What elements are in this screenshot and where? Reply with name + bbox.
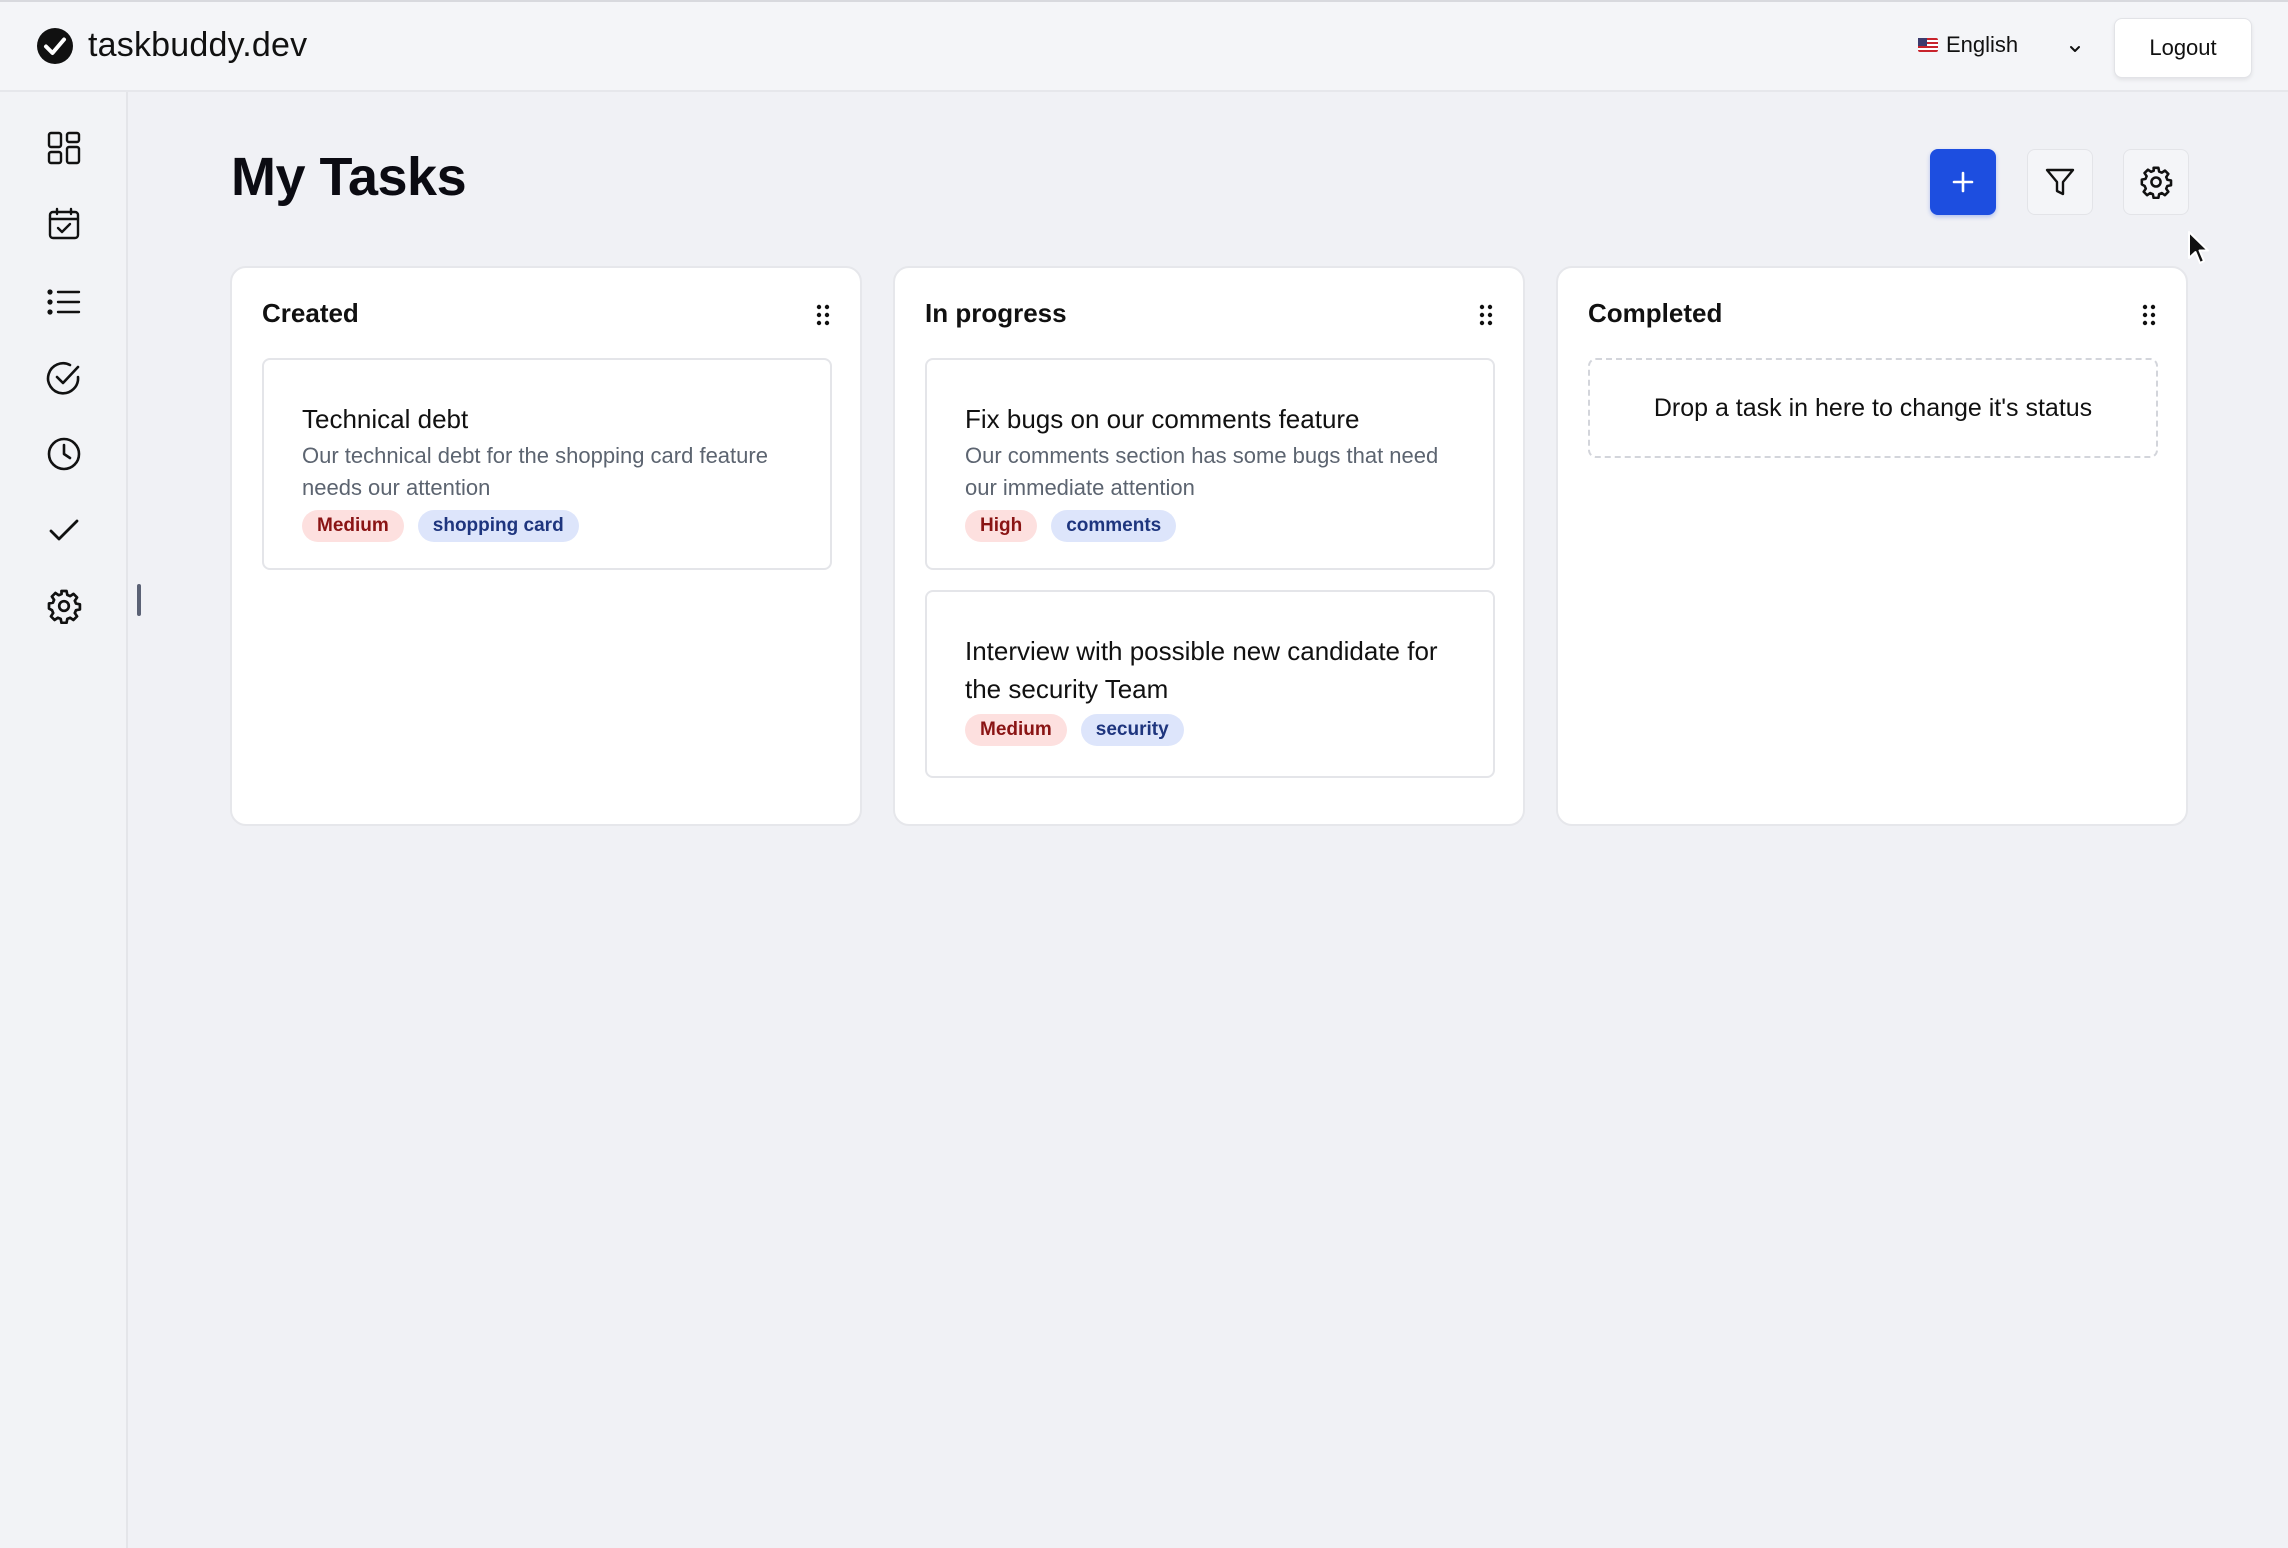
task-title: Fix bugs on our comments feature	[965, 404, 1360, 434]
column-created: Created Technical debt Our technical deb…	[230, 266, 862, 826]
language-select[interactable]: English	[1918, 32, 2018, 58]
add-task-button[interactable]	[1930, 149, 1996, 215]
column-in-progress: In progress Fix bugs on our comments fea…	[893, 266, 1525, 826]
task-card[interactable]: Fix bugs on our comments feature Our com…	[925, 358, 1495, 570]
task-tags: Medium security	[965, 714, 1455, 746]
page-title: My Tasks	[231, 147, 467, 207]
drag-handle-icon[interactable]	[2142, 304, 2156, 326]
logout-button[interactable]: Logout	[2114, 18, 2252, 78]
drag-handle-icon[interactable]	[816, 304, 830, 326]
filter-icon	[2045, 168, 2075, 196]
sidebar	[0, 92, 128, 1548]
column-title: In progress	[925, 298, 1067, 328]
brand[interactable]: taskbuddy.dev	[36, 26, 307, 65]
label-tag: shopping card	[417, 510, 579, 542]
sidebar-resize-handle[interactable]	[137, 584, 141, 616]
task-description: Our comments section has some bugs that …	[965, 443, 1439, 500]
task-card[interactable]: Technical debt Our technical debt for th…	[262, 358, 832, 570]
task-tags: Medium shopping card	[302, 510, 792, 542]
dashboard-icon[interactable]	[46, 130, 82, 166]
priority-tag: Medium	[302, 510, 404, 542]
checkmark-icon[interactable]	[46, 512, 82, 548]
chevron-down-icon[interactable]	[2068, 42, 2082, 56]
language-label: English	[1946, 32, 2019, 57]
settings-button[interactable]	[2123, 149, 2189, 215]
clock-icon[interactable]	[46, 436, 82, 472]
label-tag: security	[1080, 714, 1184, 746]
us-flag-icon	[1918, 38, 1938, 52]
filter-button[interactable]	[2027, 149, 2093, 215]
check-circle-icon[interactable]	[46, 360, 82, 396]
task-description: Our technical debt for the shopping card…	[302, 443, 768, 500]
calendar-icon[interactable]	[46, 206, 82, 242]
priority-tag: Medium	[965, 714, 1067, 746]
column-title: Created	[262, 298, 359, 328]
brand-name: taskbuddy.dev	[88, 26, 308, 64]
mouse-cursor-icon	[2188, 231, 2209, 264]
task-title: Interview with possible new candidate fo…	[965, 636, 1438, 704]
drag-handle-icon[interactable]	[1479, 304, 1493, 326]
gear-icon	[2140, 166, 2173, 199]
list-icon[interactable]	[46, 284, 82, 320]
label-tag: comments	[1051, 510, 1177, 542]
column-completed: Completed Drop a task in here to change …	[1556, 266, 2188, 826]
drop-zone[interactable]: Drop a task in here to change it's statu…	[1588, 358, 2158, 458]
priority-tag: High	[965, 510, 1038, 542]
top-bar: taskbuddy.dev English Logout	[0, 0, 2288, 92]
gear-icon[interactable]	[46, 588, 82, 624]
task-card[interactable]: Interview with possible new candidate fo…	[925, 590, 1495, 778]
task-title: Technical debt	[302, 404, 469, 434]
task-tags: High comments	[965, 510, 1455, 542]
plus-icon	[1952, 171, 1974, 193]
check-badge-icon	[37, 27, 73, 64]
column-title: Completed	[1588, 298, 1723, 328]
